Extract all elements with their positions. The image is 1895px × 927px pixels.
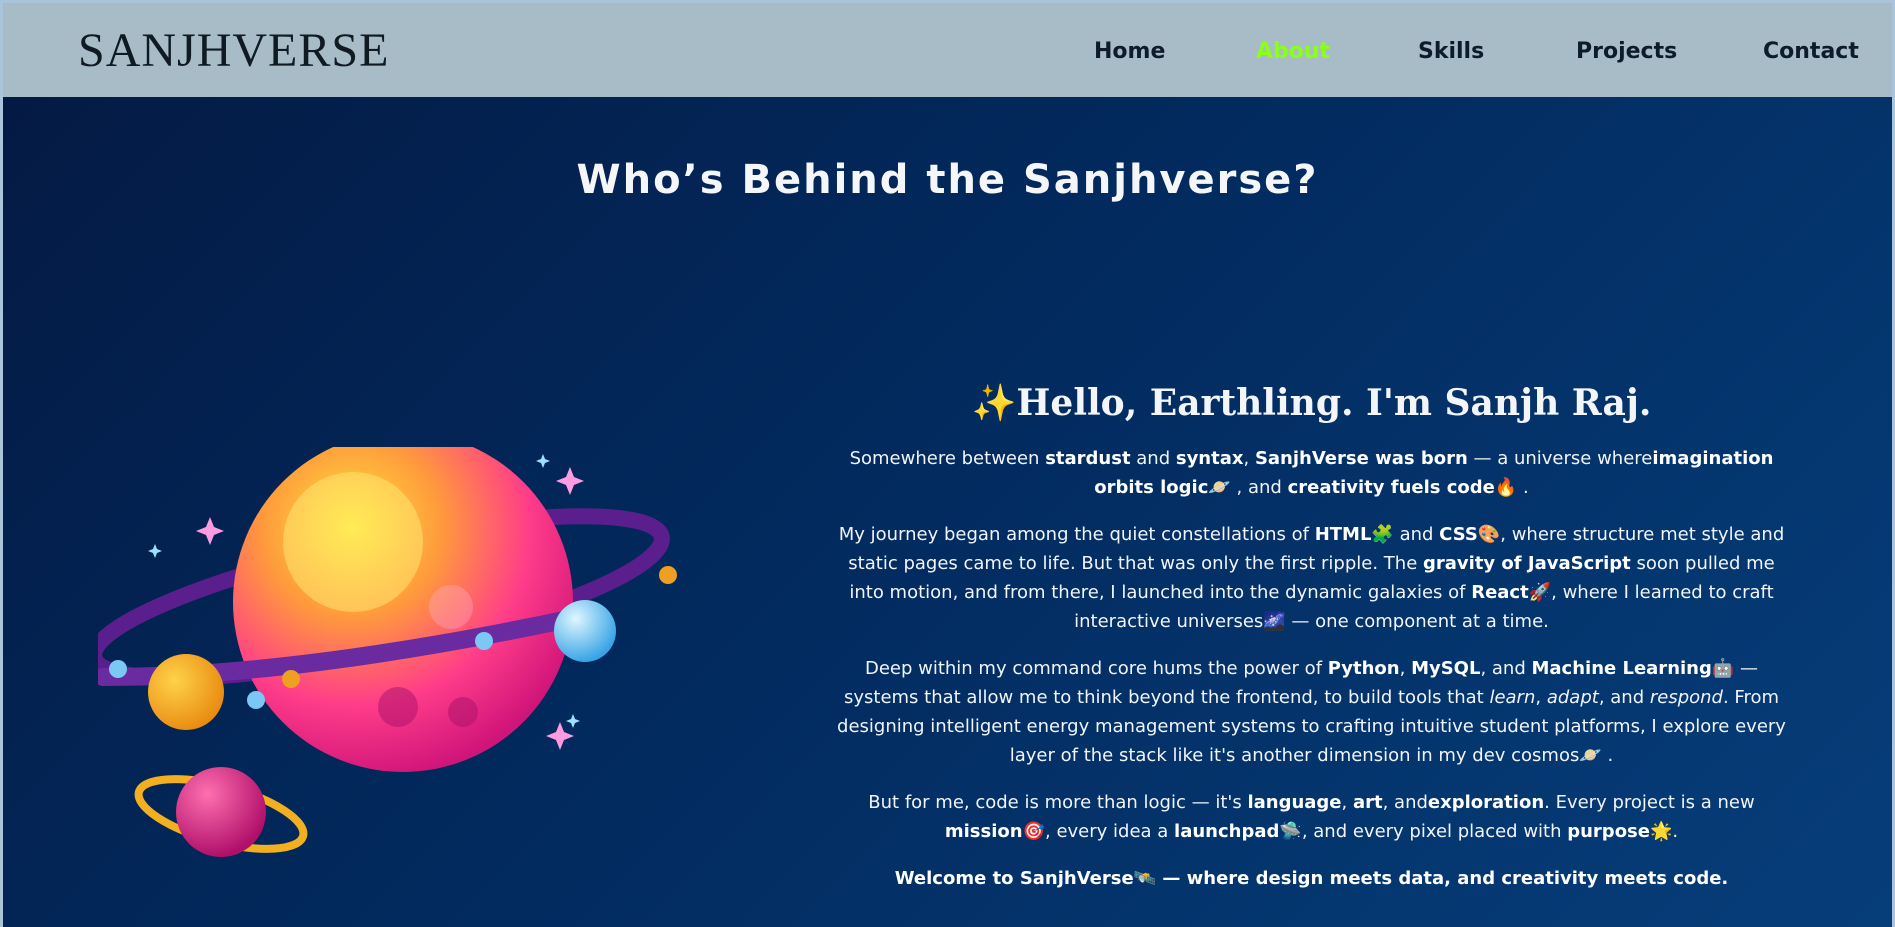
crater: [429, 585, 473, 629]
pink-planet: [176, 767, 266, 857]
text-bold: mission: [944, 821, 1023, 842]
fire-icon: 🔥: [1494, 477, 1518, 498]
text: . Every project is a new: [1544, 792, 1755, 813]
text: — a universe where: [1467, 448, 1653, 469]
text: .: [1672, 821, 1679, 842]
blue-moon: [554, 600, 616, 662]
navbar: SANJHVERSE Home About Skills Projects Co…: [3, 3, 1892, 97]
text: Deep within my command core hums the pow…: [864, 658, 1328, 679]
text-bold: purpose: [1567, 821, 1650, 842]
text: .: [1517, 477, 1529, 498]
text-italic: learn: [1489, 687, 1536, 708]
greeting-heading: ✨Hello, Earthling. I'm Sanjh Raj.: [829, 382, 1794, 424]
rocket-icon: 🚀: [1528, 582, 1552, 603]
text: , and every pixel placed with: [1301, 821, 1568, 842]
text: Somewhere between: [849, 448, 1046, 469]
robot-icon: 🤖: [1711, 658, 1735, 679]
galaxy-icon: 🌌: [1263, 611, 1286, 632]
crater: [378, 687, 418, 727]
page-frame: SANJHVERSE Home About Skills Projects Co…: [3, 3, 1892, 927]
sparkle-icon: [196, 517, 224, 545]
text-bold: HTML: [1314, 524, 1372, 545]
text: — one component at a time.: [1285, 611, 1549, 632]
small-orange-dot: [282, 670, 300, 688]
paragraph-philosophy: But for me, code is more than logic — it…: [829, 788, 1794, 846]
nav-skills[interactable]: Skills: [1418, 39, 1484, 64]
text-bold: Machine Learning: [1531, 658, 1712, 679]
about-section: Who’s Behind the Sanjhverse? ✨Hello, Ear…: [3, 97, 1892, 927]
sparkle-icon: [546, 722, 574, 750]
text-bold: syntax: [1175, 448, 1244, 469]
nav-projects[interactable]: Projects: [1576, 39, 1677, 64]
text-bold: stardust: [1045, 448, 1131, 469]
text: , and: [1480, 658, 1532, 679]
greeting-text: Hello, Earthling. I'm Sanjh Raj.: [1016, 382, 1652, 424]
text: , and: [1598, 687, 1650, 708]
sparkle-icon: [556, 467, 584, 495]
star-icon: 🌟: [1649, 821, 1673, 842]
text: and: [1130, 448, 1176, 469]
palette-icon: 🎨: [1477, 524, 1501, 545]
satellite-icon: 🛰️: [1133, 868, 1157, 889]
orange-moon: [148, 654, 224, 730]
text-bold: language: [1247, 792, 1342, 813]
text-bold: React: [1471, 582, 1529, 603]
paragraph-welcome: Welcome to SanjhVerse🛰️ — where design m…: [829, 864, 1794, 893]
text: ,: [1535, 687, 1547, 708]
ringed-planet-icon: 🪐: [1579, 745, 1602, 766]
text-bold: Welcome to SanjhVerse: [894, 868, 1134, 889]
sparkle-icon: [536, 454, 550, 468]
text-bold: MySQL: [1411, 658, 1481, 679]
text: , every idea a: [1045, 821, 1175, 842]
small-blue-dot: [475, 632, 493, 650]
text: My journey began among the quiet constel…: [838, 524, 1315, 545]
section-title: Who’s Behind the Sanjhverse?: [576, 157, 1319, 203]
paragraph-skills: Deep within my command core hums the pow…: [829, 654, 1794, 770]
text-bold: SanjhVerse was born: [1254, 448, 1468, 469]
text: , and: [1230, 477, 1288, 498]
nav-menu: Home About Skills Projects Contact: [3, 39, 1892, 69]
about-text: ✨Hello, Earthling. I'm Sanjh Raj. Somewh…: [829, 382, 1794, 911]
text-bold: art: [1352, 792, 1383, 813]
nav-home[interactable]: Home: [1094, 39, 1165, 64]
ufo-icon: 🛸: [1279, 821, 1302, 842]
text-italic: adapt: [1546, 687, 1599, 708]
target-icon: 🎯: [1022, 821, 1045, 842]
text-bold: CSS: [1439, 524, 1478, 545]
sparkles-icon: ✨: [971, 382, 1017, 424]
text-bold: gravity of JavaScript: [1423, 553, 1631, 574]
paragraph-journey: My journey began among the quiet constel…: [829, 520, 1794, 636]
text: But for me, code is more than logic — it…: [868, 792, 1248, 813]
text-bold: launchpad: [1174, 821, 1280, 842]
text-bold: exploration: [1427, 792, 1545, 813]
text-bold: — where design meets data, and creativit…: [1156, 868, 1729, 889]
sparkle-icon: [566, 714, 580, 728]
ringed-planet-icon: 🪐: [1208, 477, 1231, 498]
text-bold: Python: [1327, 658, 1400, 679]
text: and: [1393, 524, 1440, 545]
text-bold: creativity fuels code: [1287, 477, 1495, 498]
small-orange-dot: [659, 566, 677, 584]
text: ,: [1243, 448, 1255, 469]
small-blue-dot: [109, 660, 127, 678]
nav-about[interactable]: About: [1256, 39, 1330, 64]
text: , and: [1382, 792, 1428, 813]
nav-contact[interactable]: Contact: [1763, 39, 1859, 64]
text: ,: [1399, 658, 1412, 679]
puzzle-icon: 🧩: [1371, 524, 1394, 545]
text: .: [1601, 745, 1614, 766]
small-blue-dot: [247, 691, 265, 709]
planet-highlight: [283, 472, 423, 612]
text: ,: [1341, 792, 1353, 813]
sparkle-icon: [148, 544, 162, 558]
planet-illustration: [98, 447, 677, 857]
text-italic: respond: [1649, 687, 1723, 708]
paragraph-intro: Somewhere between stardust and syntax, S…: [829, 444, 1794, 502]
crater: [448, 697, 478, 727]
